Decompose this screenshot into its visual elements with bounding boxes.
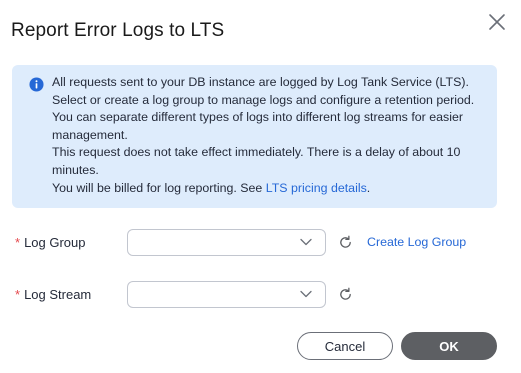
cancel-button[interactable]: Cancel bbox=[297, 332, 393, 360]
chevron-down-icon bbox=[300, 238, 312, 246]
required-mark: * bbox=[15, 287, 21, 302]
lts-pricing-link[interactable]: LTS pricing details bbox=[266, 181, 367, 195]
close-button[interactable] bbox=[487, 12, 507, 32]
chevron-down-icon bbox=[300, 290, 312, 298]
close-icon bbox=[489, 14, 505, 30]
log-stream-label: * Log Stream bbox=[15, 287, 91, 302]
info-line: You can separate different types of logs… bbox=[52, 110, 463, 142]
log-group-label-text: Log Group bbox=[24, 235, 86, 250]
log-stream-label-text: Log Stream bbox=[24, 287, 92, 302]
report-error-logs-dialog: Report Error Logs to LTS All requests se… bbox=[0, 0, 521, 373]
info-line: Select or create a log group to manage l… bbox=[52, 92, 475, 107]
required-mark: * bbox=[15, 235, 21, 250]
refresh-icon[interactable] bbox=[338, 287, 353, 302]
log-stream-row: * Log Stream bbox=[0, 281, 521, 309]
create-log-group-link[interactable]: Create Log Group bbox=[367, 235, 466, 249]
info-line: This request does not take effect immedi… bbox=[52, 145, 461, 177]
billing-line: You will be billed for log reporting. Se… bbox=[52, 180, 492, 198]
log-group-row: * Log Group Create Log Group bbox=[0, 229, 521, 257]
log-group-select[interactable] bbox=[127, 229, 326, 256]
refresh-icon[interactable] bbox=[338, 235, 353, 250]
log-group-label: * Log Group bbox=[15, 235, 86, 250]
info-text: All requests sent to your DB instance ar… bbox=[52, 74, 492, 197]
billing-suffix: . bbox=[366, 180, 371, 195]
info-icon bbox=[29, 77, 44, 92]
dialog-title: Report Error Logs to LTS bbox=[11, 20, 225, 41]
info-line: All requests sent to your DB instance ar… bbox=[52, 75, 469, 89]
info-notice: All requests sent to your DB instance ar… bbox=[12, 65, 497, 208]
ok-button[interactable]: OK bbox=[401, 332, 497, 360]
log-stream-select[interactable] bbox=[127, 281, 326, 308]
billing-text: You will be billed for log reporting. Se… bbox=[52, 180, 266, 195]
